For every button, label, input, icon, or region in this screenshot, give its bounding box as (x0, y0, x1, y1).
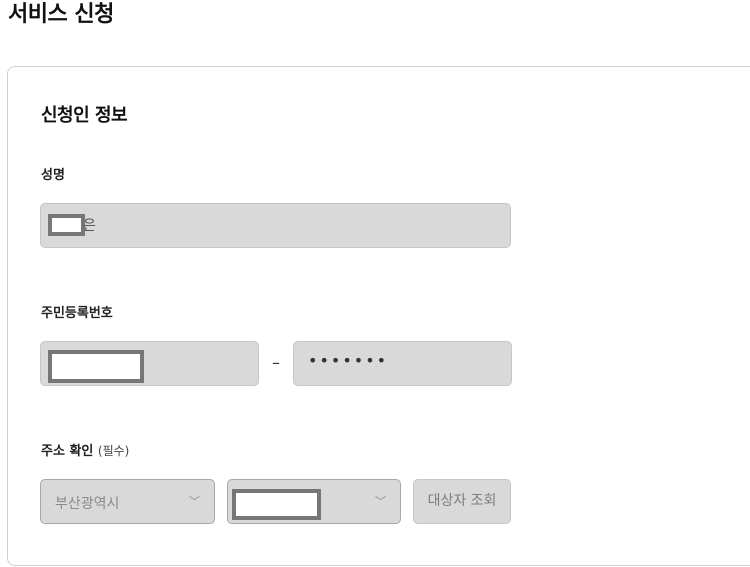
rrn-back-input[interactable]: ••••••• (293, 341, 512, 386)
lookup-target-button[interactable]: 대상자 조회 (413, 479, 511, 524)
rrn-label: 주민등록번호 (41, 306, 113, 321)
rrn-back-masked: ••••••• (308, 351, 389, 370)
address-label: 주소 확인 (필수) (41, 440, 129, 459)
name-input[interactable]: 은 (40, 203, 511, 248)
name-label: 성명 (41, 168, 65, 183)
redaction-box (48, 350, 144, 383)
name-value-tail: 은 (83, 218, 96, 234)
address-label-text: 주소 확인 (41, 444, 94, 459)
redaction-box (48, 214, 85, 236)
chevron-down-icon: ﹀ (375, 495, 386, 508)
page-title: 서비스 신청 (8, 2, 114, 27)
required-hint: (필수) (97, 444, 130, 458)
chevron-down-icon: ﹀ (189, 495, 200, 508)
section-title: 신청인 정보 (41, 105, 128, 126)
rrn-separator: – (272, 353, 280, 372)
rrn-front-input[interactable] (40, 341, 259, 386)
applicant-info-card: 신청인 정보 성명 은 주민등록번호 – ••••••• 주소 확인 (필수) … (7, 66, 750, 566)
redaction-box (232, 489, 321, 520)
district-select[interactable]: ﹀ (227, 479, 401, 524)
city-select-value: 부산광역시 (55, 496, 120, 512)
city-select[interactable]: 부산광역시 ﹀ (40, 479, 215, 524)
